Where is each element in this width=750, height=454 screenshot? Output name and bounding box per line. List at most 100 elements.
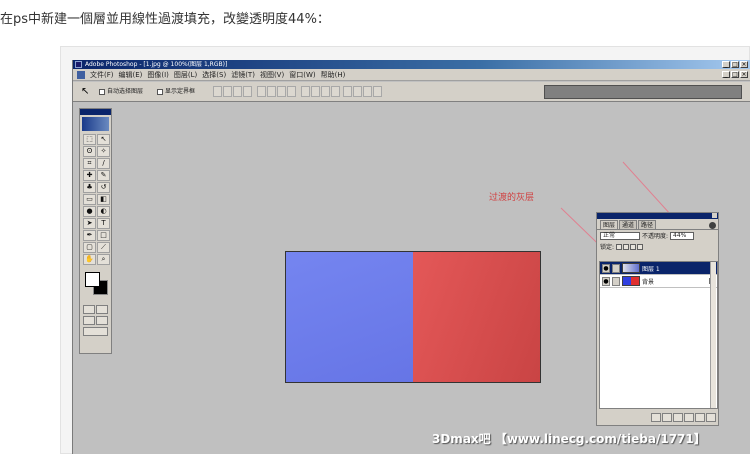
dodge-tool-icon[interactable]: ◐ [97, 206, 110, 217]
distribute-hcenter-icon[interactable] [321, 86, 330, 97]
distribute-bottom-icon[interactable] [301, 86, 310, 97]
distribute-height-icon[interactable] [363, 86, 372, 97]
menu-image[interactable]: 图像(I) [147, 69, 169, 80]
lock-position-icon[interactable] [630, 243, 637, 250]
zoom-tool-icon[interactable]: ⌕ [97, 254, 110, 265]
distribute-width-icon[interactable] [353, 86, 362, 97]
layer-row-layer1[interactable]: ● 图层 1 [600, 262, 717, 275]
hand-tool-icon[interactable]: ✋ [83, 254, 96, 265]
menu-layer[interactable]: 图层(L) [174, 69, 197, 80]
layer-list-scrollbar[interactable] [710, 262, 716, 408]
distribute-left-icon[interactable] [311, 86, 320, 97]
layers-panel-titlebar[interactable] [597, 213, 718, 219]
tab-channels[interactable]: 通道 [619, 220, 638, 229]
blur-tool-icon[interactable]: ● [83, 206, 96, 217]
align-right-icon[interactable] [267, 86, 276, 97]
pen-tool-icon[interactable]: ✒ [83, 230, 96, 241]
eraser-tool-icon[interactable]: ▭ [83, 194, 96, 205]
slice-tool-icon[interactable]: / [97, 158, 110, 169]
auto-select-option[interactable]: 自动选择图层 [99, 88, 143, 96]
move-tool-icon[interactable]: ↖ [81, 86, 93, 98]
document-canvas[interactable] [285, 251, 541, 383]
color-swatches [83, 270, 108, 300]
align-bottom-icon[interactable] [233, 86, 242, 97]
gradient-tool-icon[interactable]: ◧ [97, 194, 110, 205]
notes-tool-icon[interactable]: ▢ [83, 242, 96, 253]
close-button[interactable]: × [740, 61, 748, 68]
annotation-label: 过渡的灰层 [489, 193, 535, 203]
align-top-icon[interactable] [213, 86, 222, 97]
align-left-icon[interactable] [243, 86, 252, 97]
distribute-vcenter-icon[interactable] [287, 86, 296, 97]
lock-pixels-icon[interactable] [623, 243, 630, 250]
opacity-input[interactable]: 44% [670, 231, 695, 240]
standard-mode-icon[interactable] [83, 305, 95, 314]
doc-close-button[interactable]: × [740, 71, 748, 78]
blend-mode-select[interactable]: 正常 [600, 231, 640, 240]
align-hcenter-icon[interactable] [257, 86, 266, 97]
lock-label: 锁定: [600, 244, 615, 251]
move-tool-icon[interactable]: ↖ [97, 134, 110, 145]
screen-mode-full-icon[interactable] [96, 316, 108, 325]
menu-window[interactable]: 窗口(W) [289, 69, 315, 80]
jump-to-row [80, 326, 111, 337]
healing-brush-tool-icon[interactable]: ✚ [83, 170, 96, 181]
distribute-space-icon[interactable] [343, 86, 352, 97]
adjustment-layer-icon[interactable] [684, 412, 694, 422]
distribute-extra-icon[interactable] [373, 86, 382, 97]
tab-paths[interactable]: 路径 [638, 220, 657, 229]
distribute-top-icon[interactable] [277, 86, 286, 97]
menu-help[interactable]: 帮助(H) [321, 69, 346, 80]
shape-tool-icon[interactable]: □ [97, 230, 110, 241]
show-bounds-checkbox[interactable] [157, 89, 163, 95]
photoshop-logo-icon[interactable] [82, 117, 109, 131]
maximize-button[interactable]: □ [731, 61, 739, 68]
menu-filter[interactable]: 滤镜(T) [231, 69, 255, 80]
marquee-tool-icon[interactable]: ⬚ [83, 134, 96, 145]
menu-file[interactable]: 文件(F) [90, 69, 114, 80]
eye-icon[interactable]: ● [602, 276, 610, 286]
layer-style-icon[interactable] [651, 412, 661, 422]
eye-icon[interactable]: ● [602, 263, 610, 273]
lasso-tool-icon[interactable]: ʘ [83, 146, 96, 157]
layer-thumbnail [622, 263, 640, 273]
lock-all-icon[interactable] [637, 243, 644, 250]
menu-view[interactable]: 视图(V) [260, 69, 284, 80]
doc-restore-button[interactable]: □ [731, 71, 739, 78]
layer-row-background[interactable]: ● 背景 [600, 275, 717, 288]
lock-transparency-icon[interactable] [616, 243, 623, 250]
panel-close-icon[interactable] [712, 213, 717, 218]
path-selection-tool-icon[interactable]: ➤ [83, 218, 96, 229]
trash-icon[interactable] [706, 412, 716, 422]
jump-to-imageready-icon[interactable] [83, 327, 108, 336]
palette-well[interactable] [544, 85, 742, 99]
window-titlebar: Adobe Photoshop - [1.jpg @ 100%(图层 1,RGB… [73, 60, 750, 69]
crop-tool-icon[interactable]: ⌗ [83, 158, 96, 169]
toolbox-titlebar[interactable] [80, 109, 111, 115]
eyedropper-tool-icon[interactable]: ⟋ [97, 242, 110, 253]
new-layer-icon[interactable] [695, 412, 705, 422]
minimize-button[interactable]: _ [722, 61, 730, 68]
clone-stamp-tool-icon[interactable]: ♣ [83, 182, 96, 193]
new-set-icon[interactable] [673, 412, 683, 422]
auto-select-checkbox[interactable] [99, 89, 105, 95]
layer-mask-icon[interactable] [662, 412, 672, 422]
doc-minimize-button[interactable]: _ [722, 71, 730, 78]
history-brush-tool-icon[interactable]: ↺ [97, 182, 110, 193]
foreground-color-swatch[interactable] [85, 272, 100, 287]
menu-edit[interactable]: 编辑(E) [119, 69, 143, 80]
panel-tabs: 图层 通道 路径 [597, 219, 718, 230]
brush-link-icon[interactable] [612, 263, 620, 273]
link-icon[interactable] [612, 276, 620, 286]
brush-tool-icon[interactable]: ✎ [97, 170, 110, 181]
distribute-right-icon[interactable] [331, 86, 340, 97]
magic-wand-tool-icon[interactable]: ✧ [97, 146, 110, 157]
panel-menu-icon[interactable] [709, 222, 716, 229]
menu-select[interactable]: 选择(S) [202, 69, 226, 80]
screen-mode-standard-icon[interactable] [83, 316, 95, 325]
show-bounds-option[interactable]: 显示定界框 [157, 88, 195, 96]
quickmask-mode-icon[interactable] [96, 305, 108, 314]
tab-layers[interactable]: 图层 [600, 220, 619, 229]
align-vcenter-icon[interactable] [223, 86, 232, 97]
type-tool-icon[interactable]: T [97, 218, 110, 229]
